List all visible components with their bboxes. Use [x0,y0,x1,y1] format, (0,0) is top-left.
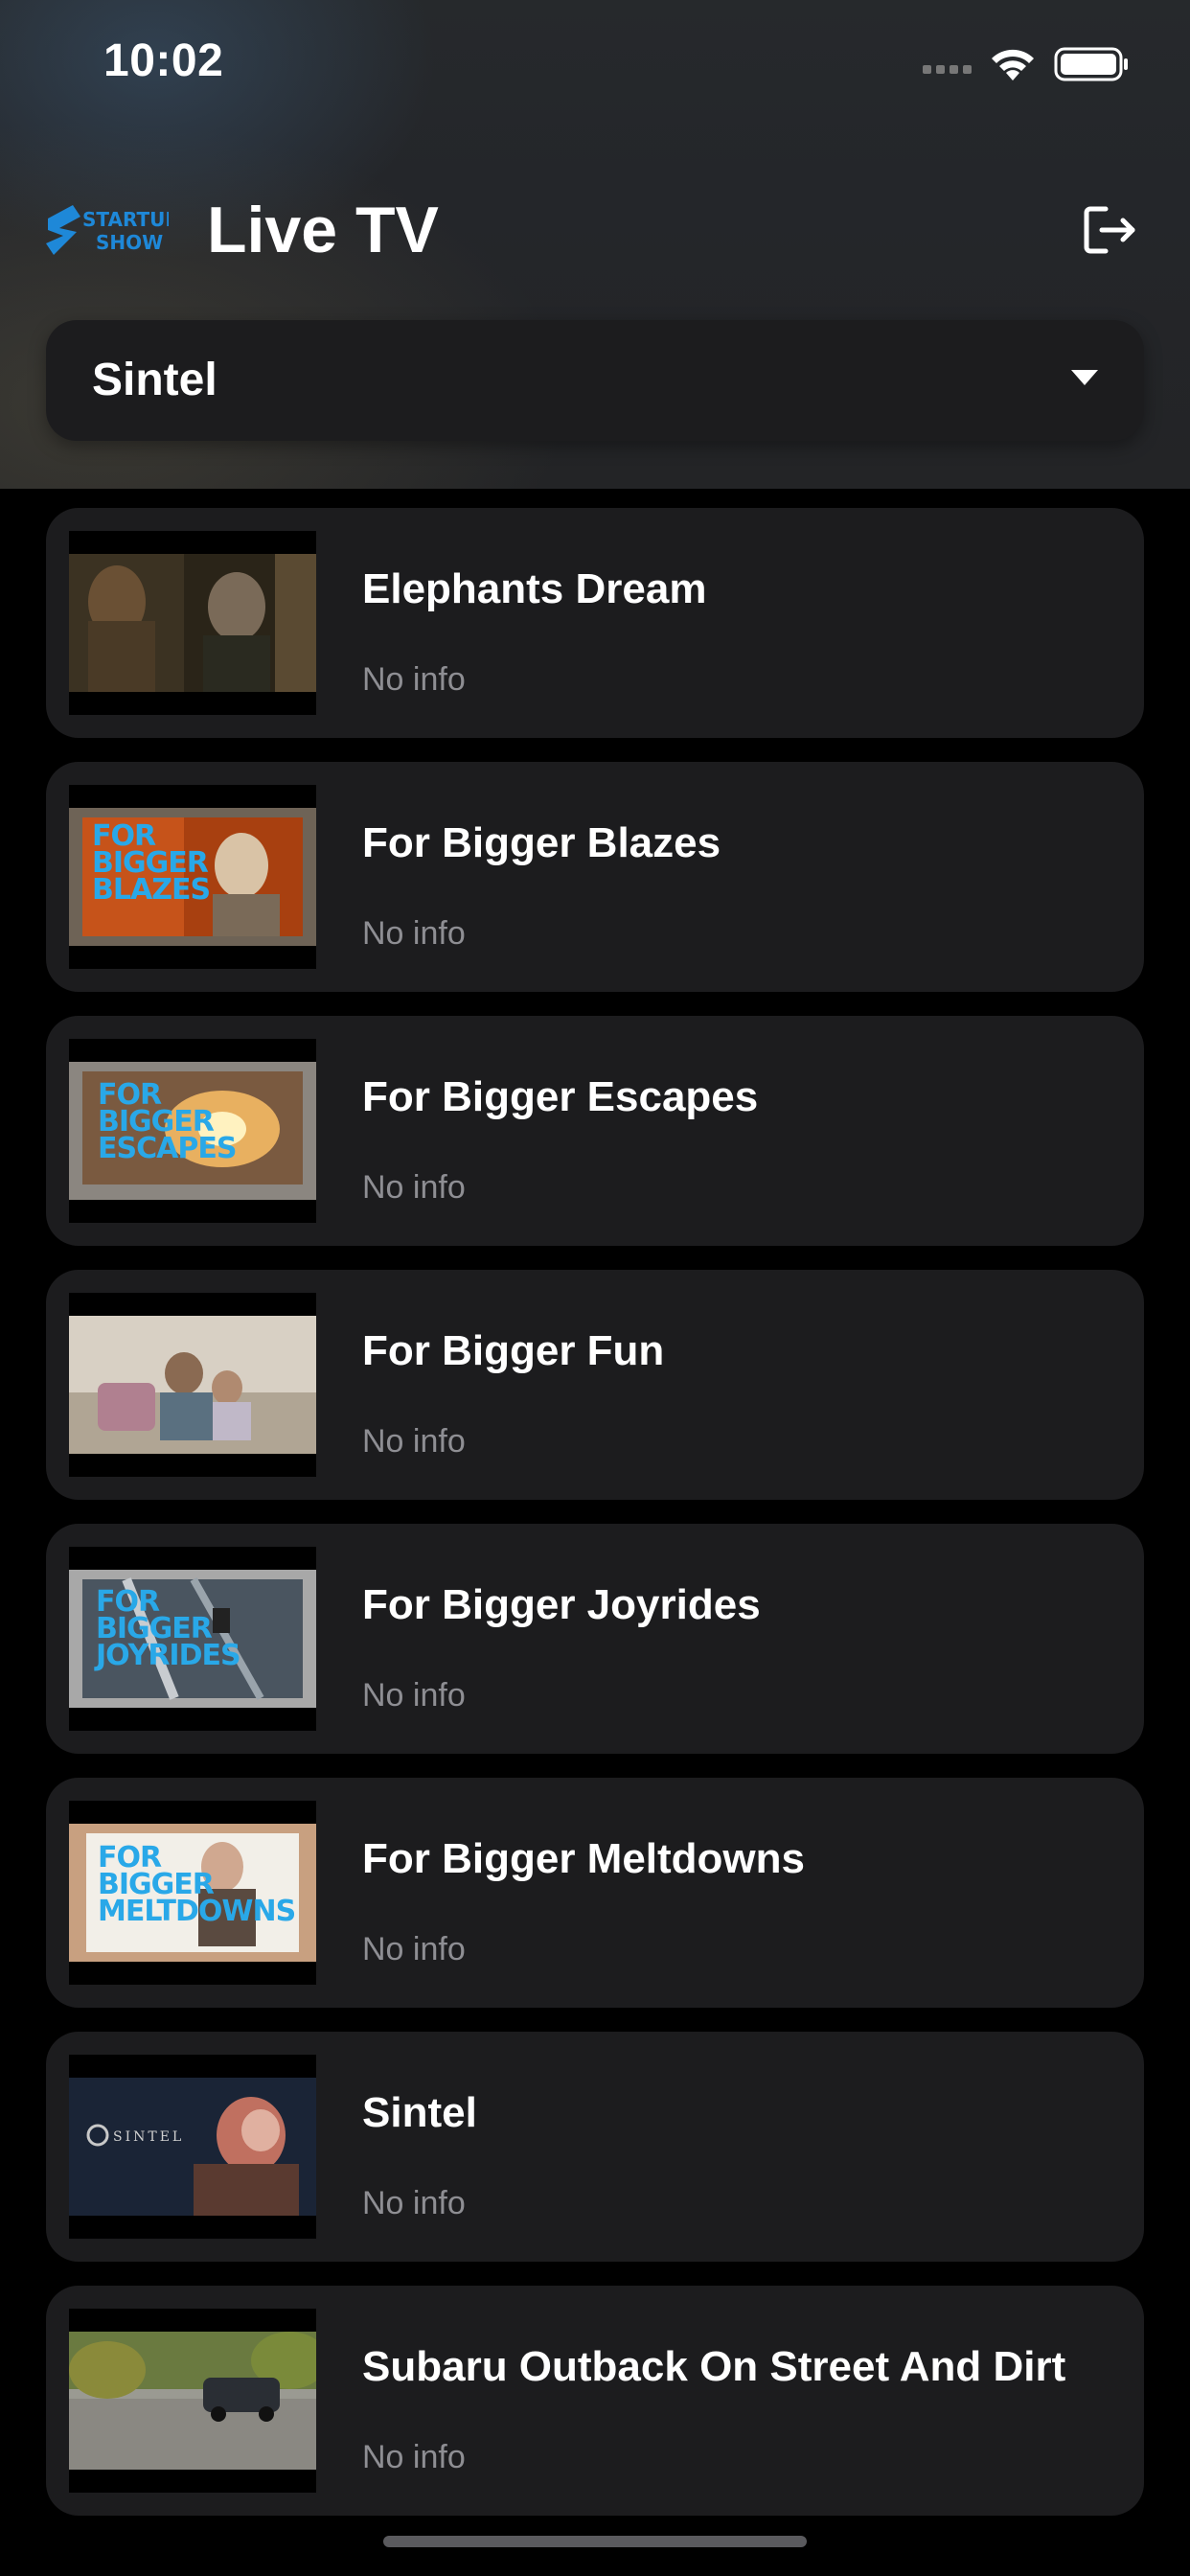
channel-thumbnail: FOR BIGGER MELTDOWNS [69,1801,316,1985]
channel-title: Elephants Dream [362,565,707,612]
channel-thumbnail: SINTEL [69,2055,316,2239]
channel-card[interactable]: SINTEL Sintel No info [46,2032,1144,2262]
thumb-text-line: ESCAPES [98,1132,237,1165]
thumb-text-line: MELTDOWNS [98,1895,296,1928]
channel-info: No info [362,1423,466,1460]
thumb-text-line: BLAZES [92,873,211,907]
page-title: Live TV [207,194,439,266]
channel-card[interactable]: FOR BIGGER ESCAPES For Bigger Escapes No… [46,1016,1144,1246]
channel-thumbnail [69,2309,316,2493]
battery-icon [1054,46,1131,82]
channel-title: Subaru Outback On Street And Dirt [362,2343,1066,2390]
channel-card[interactable]: FOR BIGGER BLAZES For Bigger Blazes No i… [46,762,1144,992]
channel-title: For Bigger Joyrides [362,1581,761,1628]
header: 10:02 STARTUP SHOW Live TV [0,0,1190,489]
cellular-signal-icon [923,55,972,74]
channel-list: Elephants Dream No info FOR BIGGER BLAZE… [46,508,1144,2540]
channel-info: No info [362,2439,466,2475]
channel-thumbnail: FOR BIGGER ESCAPES [69,1039,316,1223]
startup-show-logo: STARTUP SHOW [44,201,179,259]
channel-title: For Bigger Blazes [362,819,721,866]
status-bar-indicators [923,44,1131,84]
dropdown-selected-value: Sintel [92,355,217,405]
channel-thumbnail: FOR BIGGER JOYRIDES [69,1547,316,1731]
logout-button[interactable] [1081,201,1138,259]
channel-title: Sintel [362,2089,477,2136]
sintel-title-text: SINTEL [113,2129,185,2145]
logo-text-bottom: SHOW [96,231,163,254]
logo-text-top: STARTUP [82,208,169,231]
thumb-text-line: JOYRIDES [96,1639,241,1672]
channel-card[interactable]: Elephants Dream No info [46,508,1144,738]
home-indicator[interactable] [383,2536,807,2547]
logout-icon [1084,206,1135,254]
channel-info: No info [362,1931,466,1967]
channel-info: No info [362,1169,466,1206]
channel-card[interactable]: Subaru Outback On Street And Dirt No inf… [46,2286,1144,2516]
wifi-icon [989,46,1037,82]
channel-info: No info [362,1677,466,1714]
channel-title: For Bigger Escapes [362,1073,759,1120]
channel-card[interactable]: FOR BIGGER JOYRIDES For Bigger Joyrides … [46,1524,1144,1754]
channel-card[interactable]: For Bigger Fun No info [46,1270,1144,1500]
channel-info: No info [362,915,466,952]
status-time: 10:02 [103,35,224,86]
channel-card[interactable]: FOR BIGGER MELTDOWNS For Bigger Meltdown… [46,1778,1144,2008]
channel-info: No info [362,661,466,698]
channel-thumbnail [69,531,316,715]
channel-thumbnail [69,1293,316,1477]
channel-title: For Bigger Fun [362,1327,665,1374]
channel-thumbnail: FOR BIGGER BLAZES [69,785,316,969]
caret-down-icon [1071,370,1098,385]
channel-title: For Bigger Meltdowns [362,1835,805,1882]
channel-group-dropdown[interactable]: Sintel [46,320,1144,441]
channel-info: No info [362,2185,466,2221]
